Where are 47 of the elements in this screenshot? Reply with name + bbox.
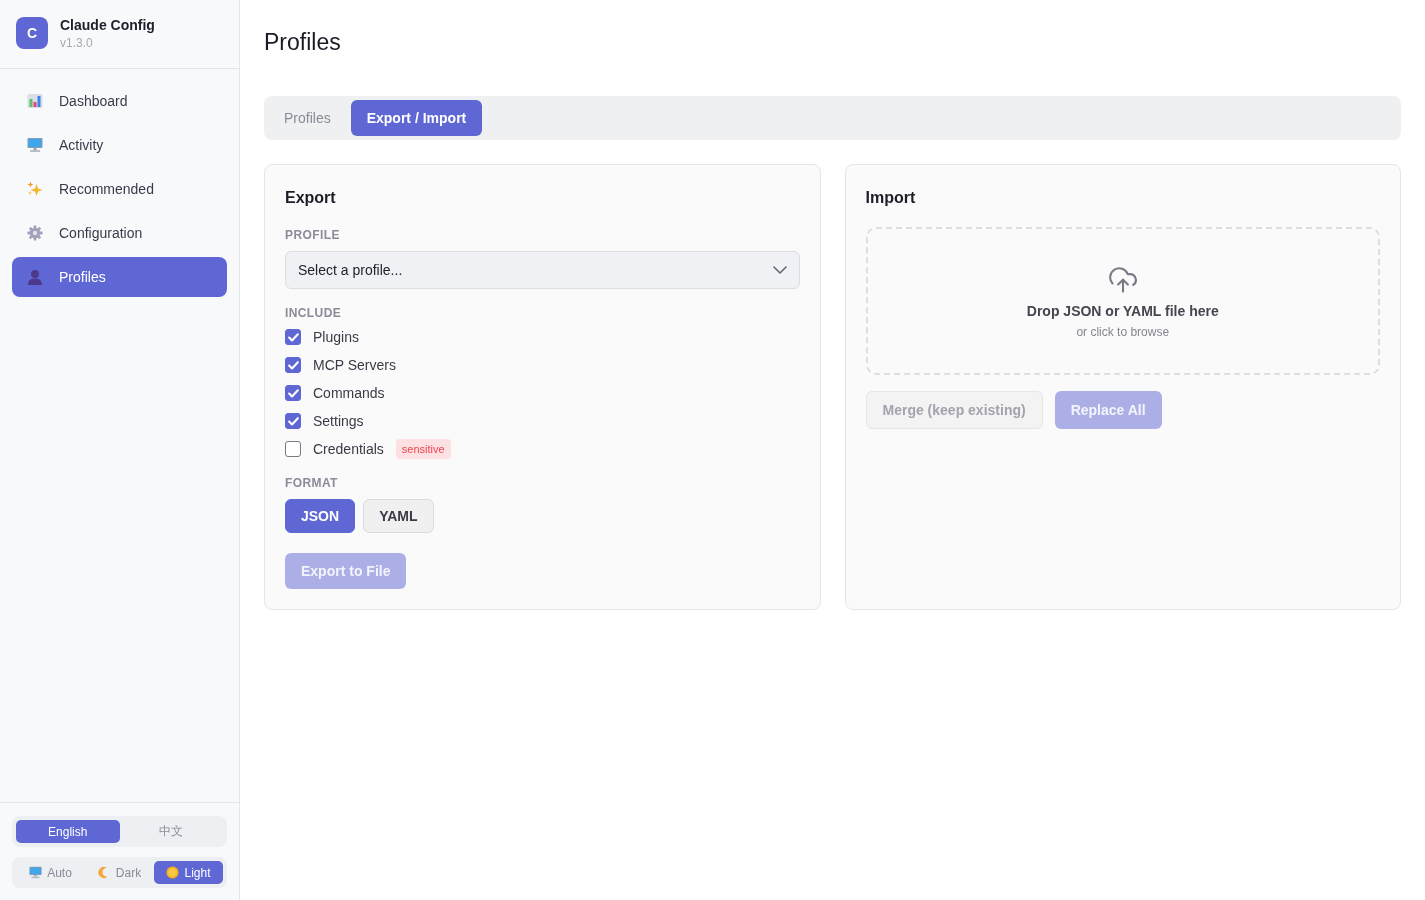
card-title: Import — [865, 188, 917, 208]
monitor-icon — [29, 866, 43, 879]
drop-zone-title: Drop JSON or YAML file here — [1026, 303, 1219, 319]
sidebar-item[interactable]: Profiles — [12, 257, 227, 297]
person-icon — [27, 269, 43, 285]
checkbox[interactable] — [285, 385, 301, 401]
checkmark-icon — [287, 388, 299, 398]
checkmark-icon — [287, 360, 299, 370]
app-version: v1.3.0 — [60, 35, 94, 50]
field-label: PROFILE — [285, 227, 341, 243]
file-drop-zone[interactable]: Drop JSON or YAML file here or click to browse — [865, 227, 1380, 375]
checkbox-label[interactable]: Settings — [313, 413, 364, 429]
sidebar-item[interactable]: Dashboard — [12, 81, 227, 121]
sensitive-tag: sensitive — [395, 439, 451, 459]
sun-icon — [166, 866, 180, 879]
app-name: Claude Config — [60, 16, 155, 33]
app-logo: C — [16, 17, 48, 49]
gear-icon — [27, 225, 43, 241]
checkbox-label[interactable]: MCP Servers — [313, 357, 396, 373]
format-option[interactable]: JSON — [285, 499, 356, 533]
checkmark-icon — [287, 332, 299, 342]
profile-select[interactable]: Select a profile... — [285, 251, 800, 289]
card-title: Export — [285, 188, 337, 208]
checkbox[interactable] — [285, 413, 301, 429]
theme-option[interactable]: Light — [154, 861, 223, 884]
monitor-icon — [27, 137, 43, 153]
chevron-down-icon — [772, 263, 787, 277]
sidebar-item[interactable]: Recommended — [12, 169, 227, 209]
checkmark-icon — [287, 416, 299, 426]
sparkles-icon — [27, 181, 43, 197]
field-label: FORMAT — [285, 475, 339, 491]
field-label: INCLUDE — [285, 305, 343, 321]
sidebar-item[interactable]: Configuration — [12, 213, 227, 253]
checkbox[interactable] — [285, 441, 301, 457]
format-option[interactable]: YAML — [363, 499, 434, 533]
cloud-upload-icon — [1108, 265, 1137, 293]
checkbox[interactable] — [285, 357, 301, 373]
page-title: Profiles — [264, 28, 342, 56]
checkbox-label[interactable]: Commands — [313, 385, 385, 401]
bar-chart-icon — [27, 93, 43, 109]
sidebar-item[interactable]: Activity — [12, 125, 227, 165]
drop-zone-hint: or click to browse — [1076, 325, 1170, 339]
tab[interactable]: Export / Import — [350, 100, 483, 136]
language-option[interactable]: English — [16, 820, 120, 843]
checkbox[interactable] — [285, 329, 301, 345]
checkbox-label[interactable]: Plugins — [313, 329, 359, 345]
checkbox-label[interactable]: Credentials — [313, 441, 384, 457]
